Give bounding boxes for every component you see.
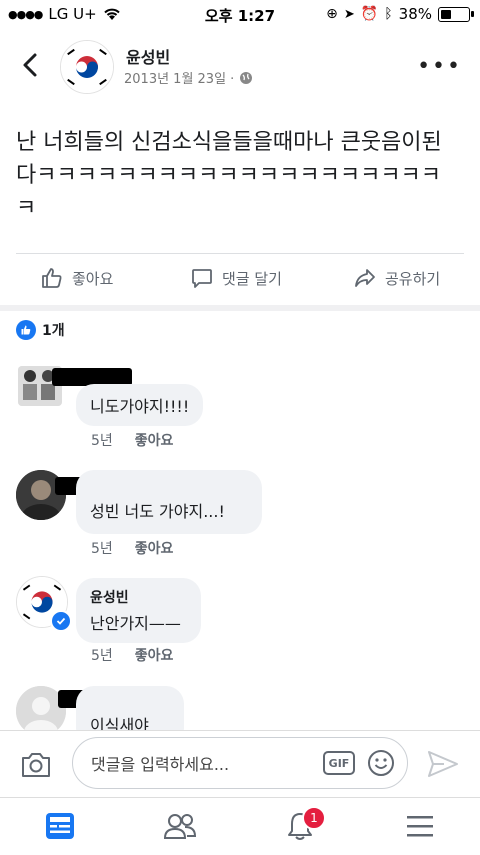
alarm-icon: ⏰ xyxy=(360,6,379,22)
globe-icon xyxy=(240,71,253,84)
section-divider xyxy=(0,305,480,311)
share-button[interactable]: 공유하기 xyxy=(353,266,440,290)
tab-news-feed[interactable] xyxy=(40,808,80,844)
author-name[interactable]: 윤성빈 xyxy=(126,44,170,68)
comment-text: 니도가야지!!!! xyxy=(90,397,190,416)
gif-button[interactable]: GIF xyxy=(323,751,355,775)
comment-age: 5년 xyxy=(91,541,113,557)
more-options-icon[interactable]: ••• xyxy=(417,54,462,79)
battery-percent: 38% xyxy=(398,5,432,23)
send-icon[interactable] xyxy=(426,749,460,779)
post-date: 2013년 1월 23일 · xyxy=(124,68,253,87)
comment-label: 댓글 달기 xyxy=(222,269,282,288)
like-label: 좋아요 xyxy=(72,269,114,288)
comment-text: 성빈 너도 가야지...! xyxy=(90,502,225,521)
post-text: 난 너희들의 신검소식을들을때마나 큰웃음이된다ㅋㅋㅋㅋㅋㅋㅋㅋㅋㅋㅋㅋㅋㅋㅋㅋ… xyxy=(16,130,442,221)
like-button[interactable]: 좋아요 xyxy=(40,266,113,290)
comment-icon xyxy=(192,269,212,288)
comment-bubble[interactable]: 성빈 너도 가야지...! xyxy=(76,470,262,534)
emoji-icon[interactable] xyxy=(367,749,395,777)
korean-flag-icon xyxy=(61,41,113,93)
tab-menu[interactable] xyxy=(400,808,440,844)
back-arrow-icon[interactable] xyxy=(16,50,46,80)
avatar[interactable] xyxy=(60,40,114,94)
post-header: 윤성빈 2013년 1월 23일 · ••• xyxy=(0,30,480,106)
status-icons: ⊕ ➤ ⏰ ᛒ 38% xyxy=(326,5,474,23)
camera-icon[interactable] xyxy=(20,751,52,779)
comment-bubble[interactable]: 윤성빈 난안가지—— xyxy=(76,578,201,643)
battery-icon xyxy=(438,6,474,22)
comment-bubble[interactable]: 니도가야지!!!! xyxy=(76,384,204,426)
comment-placeholder: 댓글을 입력하세요... xyxy=(91,755,230,774)
news-feed-icon xyxy=(46,813,74,839)
comment-age: 5년 xyxy=(91,433,113,449)
reaction-summary[interactable]: 1개 xyxy=(16,320,65,340)
share-icon xyxy=(355,269,375,287)
comment-meta: 5년 좋아요 xyxy=(91,538,173,558)
bluetooth-icon: ᛒ xyxy=(384,6,393,22)
comment-composer: 댓글을 입력하세요... GIF xyxy=(0,730,480,797)
tab-friends[interactable] xyxy=(160,808,200,844)
hamburger-menu-icon xyxy=(407,816,433,837)
divider xyxy=(16,253,464,254)
comment-age: 5년 xyxy=(91,648,113,664)
bottom-tab-bar: 1 xyxy=(0,797,480,855)
comment-text: 난안가지—— xyxy=(90,614,181,633)
post-date-text: 2013년 1월 23일 · xyxy=(124,72,235,87)
friends-icon xyxy=(163,814,197,839)
status-bar: ●●●● LG U+ 오후 1:27 ⊕ ➤ ⏰ ᛒ 38% xyxy=(0,0,480,28)
thumbs-up-icon xyxy=(42,268,62,288)
share-label: 공유하기 xyxy=(385,269,441,288)
notification-badge: 1 xyxy=(302,806,326,830)
comment-input[interactable]: 댓글을 입력하세요... GIF xyxy=(72,737,408,789)
tab-notifications[interactable]: 1 xyxy=(280,806,326,844)
comment-like-button[interactable]: 좋아요 xyxy=(135,430,174,450)
location-icon: ➤ xyxy=(343,6,355,22)
rotation-lock-icon: ⊕ xyxy=(326,6,338,22)
comment-button[interactable]: 댓글 달기 xyxy=(190,266,282,290)
comment-like-button[interactable]: 좋아요 xyxy=(135,538,174,558)
comment-meta: 5년 좋아요 xyxy=(91,430,173,450)
comment-like-button[interactable]: 좋아요 xyxy=(135,645,174,665)
like-reaction-icon xyxy=(16,320,36,340)
verified-check-icon xyxy=(50,610,72,632)
comment-meta: 5년 좋아요 xyxy=(91,645,173,665)
post-actions: 좋아요 댓글 달기 공유하기 xyxy=(0,258,480,304)
reaction-count: 1개 xyxy=(42,323,65,339)
commenter-name[interactable]: 윤성빈 xyxy=(90,587,181,607)
